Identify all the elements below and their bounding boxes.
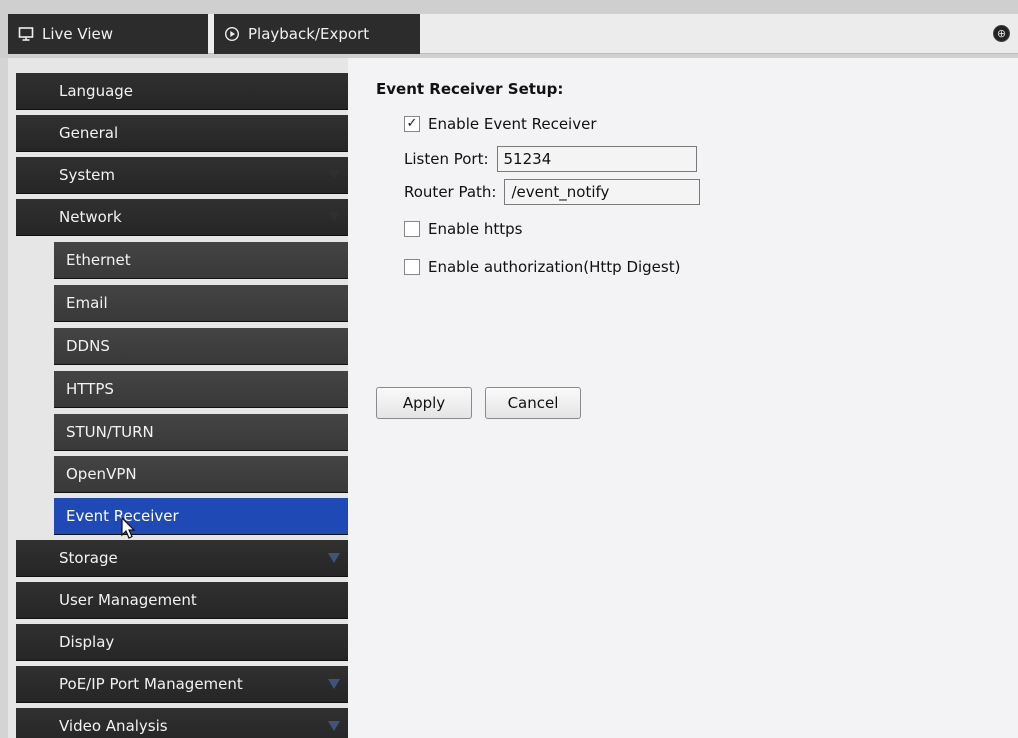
tab-playback-export[interactable]: Playback/Export	[214, 14, 420, 54]
sidebar-item-label: OpenVPN	[66, 465, 137, 483]
enable-authorization-label: Enable authorization(Http Digest)	[428, 258, 681, 276]
sidebar-item-general[interactable]: General	[16, 115, 350, 152]
triangle-down-icon	[328, 170, 340, 180]
sidebar-item-label: Language	[59, 82, 134, 100]
sidebar-item-ethernet[interactable]: Ethernet	[54, 242, 350, 279]
sidebar-item-label: STUN/TURN	[66, 423, 154, 441]
triangle-down-icon	[328, 212, 340, 222]
top-bar: Live View Playback/Export ⊕	[0, 0, 1018, 58]
sidebar-item-network[interactable]: Network	[16, 199, 350, 236]
enable-event-receiver-row: ✓ Enable Event Receiver	[404, 115, 597, 133]
page-title: Event Receiver Setup:	[376, 80, 564, 98]
sidebar-item-language[interactable]: Language	[16, 73, 350, 110]
sidebar-item-label: System	[59, 166, 115, 184]
tab-playback-label: Playback/Export	[248, 25, 370, 43]
enable-event-receiver-checkbox[interactable]: ✓	[404, 116, 420, 132]
sidebar-item-system[interactable]: System	[16, 157, 350, 194]
triangle-down-icon	[328, 679, 340, 689]
sidebar-item-label: Video Analysis	[59, 717, 168, 735]
globe-icon[interactable]: ⊕	[993, 25, 1010, 42]
sidebar-item-event-receiver[interactable]: Event Receiver	[54, 498, 350, 535]
tab-live-view[interactable]: Live View	[8, 14, 208, 54]
sidebar-item-poe-ip-port-management[interactable]: PoE/IP Port Management	[16, 666, 350, 703]
sidebar-item-ddns[interactable]: DDNS	[54, 328, 350, 365]
enable-https-label: Enable https	[428, 220, 523, 238]
sidebar-item-openvpn[interactable]: OpenVPN	[54, 456, 350, 493]
monitor-icon	[18, 26, 34, 42]
sidebar-item-user-management[interactable]: User Management	[16, 582, 350, 619]
triangle-down-icon	[328, 553, 340, 563]
sidebar-item-label: General	[59, 124, 119, 142]
sidebar-item-https[interactable]: HTTPS	[54, 371, 350, 408]
enable-authorization-row: Enable authorization(Http Digest)	[404, 258, 680, 276]
mouse-cursor-icon	[121, 517, 136, 539]
event-receiver-panel: Event Receiver Setup: ✓ Enable Event Rec…	[348, 58, 1018, 738]
sidebar-item-video-analysis[interactable]: Video Analysis	[16, 708, 350, 738]
play-circle-icon	[224, 26, 240, 42]
sidebar-item-label: HTTPS	[66, 380, 114, 398]
enable-authorization-checkbox[interactable]	[404, 259, 420, 275]
sidebar-item-display[interactable]: Display	[16, 624, 350, 661]
enable-event-receiver-label: Enable Event Receiver	[428, 115, 597, 133]
tab-strip: Live View Playback/Export ⊕	[8, 14, 1018, 54]
enable-https-checkbox[interactable]	[404, 221, 420, 237]
sidebar-item-label: Email	[66, 294, 108, 312]
router-path-input[interactable]: /event_notify	[504, 179, 701, 205]
cancel-button[interactable]: Cancel	[485, 387, 581, 419]
sidebar-item-label: User Management	[59, 591, 197, 609]
sidebar-item-email[interactable]: Email	[54, 285, 350, 322]
sidebar-item-stun-turn[interactable]: STUN/TURN	[54, 414, 350, 451]
tab-live-view-label: Live View	[42, 25, 113, 43]
sidebar-item-label: Ethernet	[66, 251, 131, 269]
sidebar-item-label: Display	[59, 633, 115, 651]
listen-port-row: Listen Port: 51234	[404, 146, 697, 172]
sidebar-item-label: Storage	[59, 549, 118, 567]
sidebar-item-label: Network	[59, 208, 122, 226]
router-path-label: Router Path:	[404, 183, 497, 201]
listen-port-input[interactable]: 51234	[496, 146, 697, 172]
sidebar-item-label: PoE/IP Port Management	[59, 675, 243, 693]
sidebar-item-storage[interactable]: Storage	[16, 540, 350, 577]
settings-sidebar: Language General System Network Ethernet…	[8, 58, 350, 738]
enable-https-row: Enable https	[404, 220, 522, 238]
triangle-down-icon	[328, 721, 340, 731]
sidebar-item-label: DDNS	[66, 337, 110, 355]
router-path-row: Router Path: /event_notify	[404, 179, 701, 205]
listen-port-label: Listen Port:	[404, 150, 489, 168]
apply-button[interactable]: Apply	[376, 387, 472, 419]
